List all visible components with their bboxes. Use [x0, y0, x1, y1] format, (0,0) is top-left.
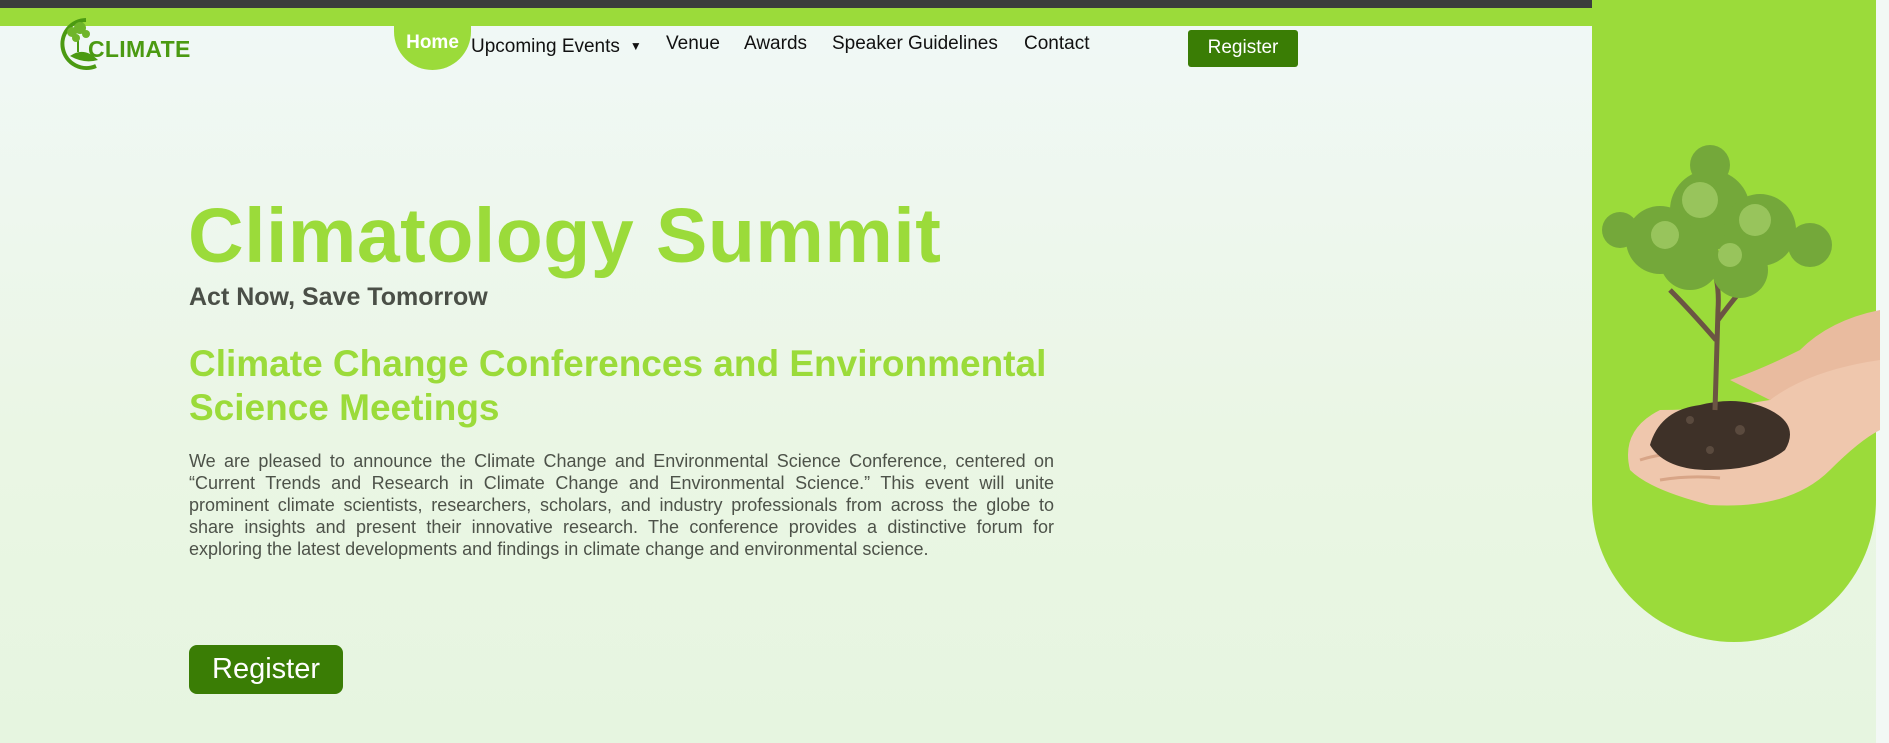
nav-home[interactable]: Home	[394, 26, 471, 70]
nav-upcoming-events[interactable]: Upcoming Events ▼	[471, 36, 642, 58]
hero-title: Climatology Summit	[188, 193, 942, 279]
nav-venue[interactable]: Venue	[666, 33, 720, 55]
header-register-button[interactable]: Register	[1188, 30, 1298, 67]
hero-register-button[interactable]: Register	[189, 645, 343, 694]
nav-speaker-guidelines[interactable]: Speaker Guidelines	[832, 33, 998, 55]
tree-in-hands-icon	[1602, 145, 1880, 506]
caret-down-icon: ▼	[629, 39, 642, 53]
hero-subtitle: Climate Change Conferences and Environme…	[189, 343, 1047, 428]
hero-tagline: Act Now, Save Tomorrow	[189, 283, 488, 311]
site-logo[interactable]: CLIMATE	[56, 16, 190, 72]
nav-contact[interactable]: Contact	[1024, 33, 1089, 55]
hero-description: We are pleased to announce the Climate C…	[189, 451, 1054, 559]
nav-upcoming-events-label: Upcoming Events	[471, 36, 620, 57]
nav-awards[interactable]: Awards	[744, 33, 807, 55]
logo-text: CLIMATE	[88, 36, 191, 62]
